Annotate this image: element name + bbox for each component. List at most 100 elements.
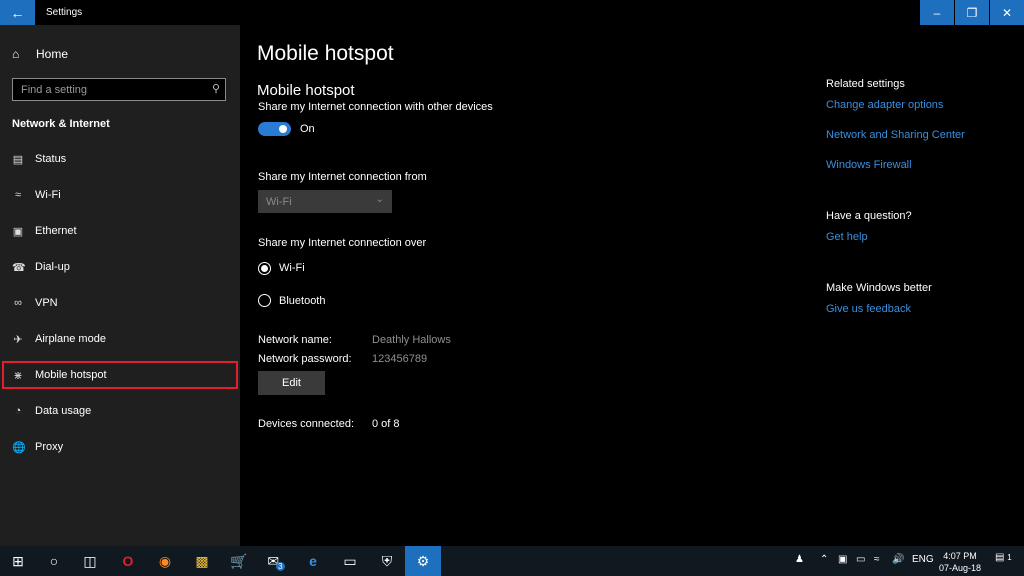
search-icon[interactable]: ⚲ [212, 82, 220, 95]
notification-center-button[interactable]: ▤ 1 [995, 552, 1012, 563]
toggle-knob [279, 125, 287, 133]
sidebar-item-status[interactable]: ▤ Status [0, 141, 240, 177]
minimize-button[interactable]: – [920, 0, 954, 25]
sidebar-item-airplane-mode[interactable]: ✈ Airplane mode [0, 321, 240, 357]
defender-button[interactable]: ⛨ [369, 546, 405, 576]
tray-app-icon[interactable]: ▣ [838, 554, 847, 565]
sidebar: ⌂ Home ⚲ Network & Internet ▤ Status ≈ W… [0, 25, 240, 546]
network-icon[interactable]: ≈ [874, 554, 880, 565]
settings-taskbar-button[interactable]: ⚙ [405, 546, 441, 576]
sidebar-item-label: Airplane mode [35, 333, 106, 345]
link-give-feedback[interactable]: Give us feedback [826, 303, 911, 315]
sidebar-item-vpn[interactable]: ∞ VPN [0, 285, 240, 321]
title-bar: ← Settings – ❐ ✕ [0, 0, 1024, 25]
share-over-label: Share my Internet connection over [258, 237, 427, 249]
edit-button[interactable]: Edit [258, 371, 325, 395]
task-view-icon: ◫ [83, 552, 97, 569]
volume-icon[interactable]: 🔊 [892, 554, 904, 565]
clock-time: 4:07 PM [943, 551, 977, 561]
devices-connected-label: Devices connected: [258, 418, 354, 430]
battery-icon[interactable]: ▭ [856, 554, 865, 565]
sidebar-item-wifi[interactable]: ≈ Wi-Fi [0, 177, 240, 213]
restore-icon: ❐ [966, 5, 978, 20]
devices-connected-value: 0 of 8 [372, 418, 400, 430]
hotspot-icon: ⋇ [13, 369, 23, 382]
mail-badge: 3 [276, 561, 285, 571]
sidebar-item-proxy[interactable]: 🌐 Proxy [0, 429, 240, 465]
status-icon: ▤ [12, 153, 24, 166]
notification-icon: ▤ [995, 552, 1005, 563]
window-app-icon: ▭ [343, 552, 357, 569]
section-heading: Mobile hotspot [257, 82, 355, 99]
radio-wifi[interactable] [258, 262, 271, 275]
better-title: Make Windows better [826, 282, 932, 294]
link-network-sharing-center[interactable]: Network and Sharing Center [826, 129, 965, 141]
sidebar-home[interactable]: ⌂ Home [12, 47, 68, 61]
minimize-icon: – [933, 5, 941, 20]
file-explorer-button[interactable]: ▩ [184, 546, 220, 576]
sidebar-item-label: Status [35, 153, 67, 165]
windows-logo-icon: ⊞ [12, 552, 24, 569]
hotspot-toggle[interactable] [258, 122, 291, 136]
store-button[interactable]: 🛒 [221, 546, 257, 576]
sidebar-item-label: Mobile hotspot [35, 369, 107, 381]
home-icon: ⌂ [12, 47, 20, 61]
close-button[interactable]: ✕ [990, 0, 1024, 25]
radio-bluetooth[interactable] [258, 294, 271, 307]
sidebar-item-label: Wi-Fi [35, 189, 61, 201]
chevron-down-icon: ⌄ [375, 194, 384, 205]
proxy-icon: 🌐 [12, 441, 26, 454]
language-indicator[interactable]: ENG [912, 554, 934, 565]
search-input[interactable] [13, 79, 211, 100]
back-button[interactable]: ← [0, 0, 35, 25]
opera-button[interactable]: O [110, 546, 146, 576]
vpn-icon: ∞ [14, 297, 22, 309]
mail-button[interactable]: ✉ 3 [258, 546, 294, 576]
sidebar-item-label: Ethernet [35, 225, 77, 237]
clock[interactable]: 4:07 PM 07-Aug-18 [937, 550, 983, 574]
radio-bluetooth-label: Bluetooth [279, 295, 326, 307]
people-icon[interactable]: ♟ [795, 554, 804, 565]
sidebar-item-label: VPN [35, 297, 58, 309]
sidebar-item-dialup[interactable]: ☎ Dial-up [0, 249, 240, 285]
sidebar-item-label: Proxy [35, 441, 64, 453]
share-from-value: Wi-Fi [266, 195, 292, 208]
store-icon: 🛒 [230, 552, 248, 569]
data-usage-icon: ◔ [14, 405, 22, 417]
sidebar-item-ethernet[interactable]: ▣ Ethernet [0, 213, 240, 249]
dialup-icon: ☎ [12, 261, 26, 274]
home-label: Home [36, 47, 69, 61]
share-from-dropdown[interactable]: Wi-Fi ⌄ [258, 190, 392, 213]
app-button[interactable]: ▭ [332, 546, 368, 576]
restore-button[interactable]: ❐ [955, 0, 989, 25]
network-name-value: Deathly Hallows [372, 334, 451, 346]
folder-icon: ▩ [195, 552, 209, 569]
firefox-icon: ◉ [158, 552, 172, 569]
question-title: Have a question? [826, 210, 912, 222]
ethernet-icon: ▣ [12, 225, 24, 238]
chevron-up-icon[interactable]: ⌃ [820, 554, 828, 565]
share-from-label: Share my Internet connection from [258, 171, 427, 183]
share-description: Share my Internet connection with other … [258, 101, 493, 113]
link-windows-firewall[interactable]: Windows Firewall [826, 159, 912, 171]
taskbar: ⊞ ○ ◫ O ◉ ▩ 🛒 ✉ 3 e ▭ ⛨ ⚙ ♟ ⌃ ▣ ▭ ≈ 🔊 ENG… [0, 546, 1024, 576]
shield-icon: ⛨ [381, 552, 393, 569]
network-password-label: Network password: [258, 353, 352, 365]
link-change-adapter-options[interactable]: Change adapter options [826, 99, 943, 111]
sidebar-item-mobile-hotspot[interactable]: ⋇ Mobile hotspot [2, 361, 238, 389]
wifi-icon: ≈ [14, 189, 22, 201]
network-password-value: 123456789 [372, 353, 428, 365]
cortana-icon: ○ [49, 553, 59, 569]
start-button[interactable]: ⊞ [0, 546, 36, 576]
edge-button[interactable]: e [295, 546, 331, 576]
page-title: Mobile hotspot [257, 42, 394, 65]
clock-date: 07-Aug-18 [938, 563, 982, 573]
notification-badge: 1 [1007, 553, 1012, 562]
firefox-button[interactable]: ◉ [147, 546, 183, 576]
cortana-button[interactable]: ○ [36, 546, 72, 576]
section-title: Network & Internet [12, 118, 110, 130]
opera-icon: O [122, 553, 134, 569]
link-get-help[interactable]: Get help [826, 231, 868, 243]
sidebar-item-data-usage[interactable]: ◔ Data usage [0, 393, 240, 429]
task-view-button[interactable]: ◫ [72, 546, 108, 576]
